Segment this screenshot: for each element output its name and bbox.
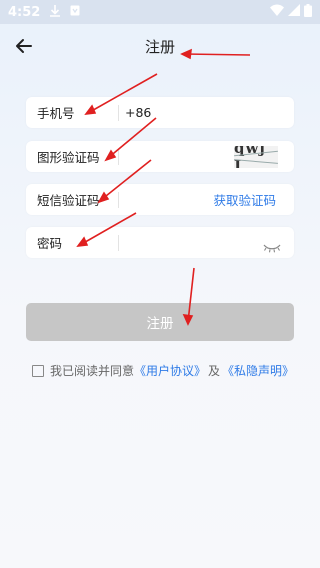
captcha-label: 图形验证码 (37, 150, 100, 165)
privacy-link[interactable]: 《私隐声明》 (222, 362, 294, 379)
divider (118, 148, 119, 165)
divider (118, 234, 119, 251)
divider (118, 104, 119, 121)
app-bar: 注册 (0, 24, 320, 68)
password-field[interactable]: 密码 (26, 227, 294, 258)
page-title: 注册 (144, 38, 175, 56)
password-label: 密码 (37, 236, 63, 251)
agreement-prefix: 我已阅读并同意 (50, 364, 135, 378)
status-bar: 4:52 (0, 0, 320, 24)
signal-icon (288, 4, 300, 20)
captcha-image[interactable]: qwj J (234, 145, 278, 168)
annotation-arrows (76, 48, 251, 326)
phone-field[interactable]: 手机号 +86 (26, 97, 294, 128)
agreement-checkbox[interactable] (32, 364, 44, 377)
status-time: 4:52 (8, 4, 41, 20)
phone-label: 手机号 (37, 106, 75, 121)
store-icon (70, 5, 80, 19)
sms-code-field[interactable]: 短信验证码 获取验证码 (26, 184, 294, 215)
battery-icon (304, 3, 312, 21)
divider (118, 191, 119, 208)
country-code[interactable]: +86 (125, 105, 151, 120)
register-button[interactable]: 注册 (26, 303, 294, 341)
get-code-button[interactable]: 获取验证码 (213, 190, 276, 209)
wifi-icon (270, 4, 284, 20)
user-agreement-link[interactable]: 《用户协议》 (134, 362, 206, 379)
captcha-field[interactable]: 图形验证码 qwj J (26, 141, 294, 172)
download-icon (50, 4, 61, 20)
agreement-conjunction: 及 (208, 364, 221, 378)
eye-closed-icon[interactable] (262, 238, 282, 252)
sms-code-label: 短信验证码 (37, 193, 100, 208)
agreement-row: 我已阅读并同意 《用户协议》 及 《私隐声明》 (32, 362, 294, 379)
